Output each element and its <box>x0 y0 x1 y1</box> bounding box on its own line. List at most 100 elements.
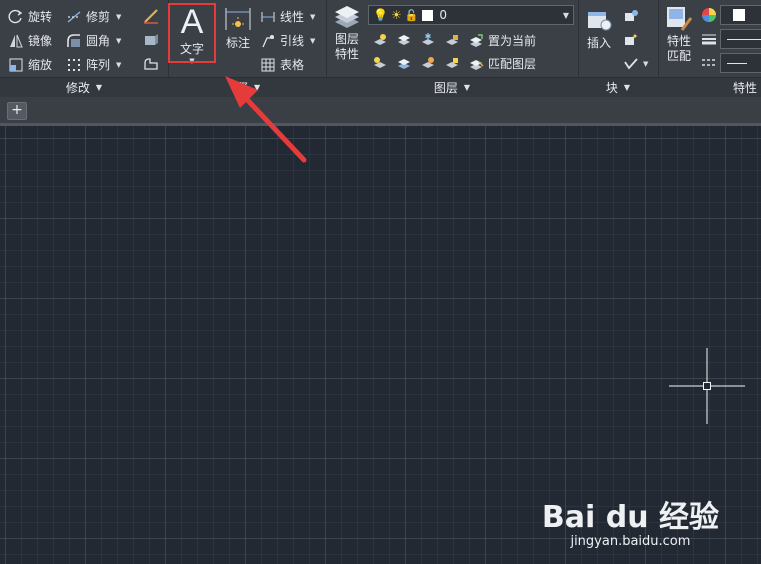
array-label: 阵列 <box>86 58 111 72</box>
lightbulb-icon: 💡 <box>373 8 388 22</box>
match-layer-label: 匹配图层 <box>488 57 537 71</box>
leader-dropdown-icon[interactable]: ▼ <box>310 37 315 45</box>
set-current-icon <box>470 33 483 47</box>
mirror-label: 镜像 <box>28 34 53 48</box>
match-layer-icon <box>470 59 484 70</box>
layer-lock-icon[interactable] <box>444 32 460 48</box>
insert-label: 插入 <box>586 36 611 50</box>
dimension-icon <box>225 8 251 30</box>
lineweight-dropdown[interactable] <box>720 53 761 73</box>
layer-on-icon[interactable] <box>372 55 388 71</box>
match-properties-label-2: 匹配 <box>666 49 691 63</box>
trim-label: 修剪 <box>86 10 111 24</box>
trim-icon <box>67 10 81 23</box>
scale-icon <box>9 58 23 71</box>
edit-attributes-dropdown-icon[interactable]: ▼ <box>643 60 648 68</box>
transparency-icon[interactable] <box>701 55 717 71</box>
match-properties-label-1: 特性 <box>666 34 691 48</box>
watermark-url: jingyan.baidu.com <box>570 534 691 549</box>
layer-stack-icon <box>335 6 359 28</box>
layer-properties-label-2: 特性 <box>334 47 359 61</box>
layer-isolate-icon[interactable] <box>396 32 412 48</box>
edit-block-icon[interactable]: ✦ <box>623 32 639 48</box>
offset-icon[interactable] <box>142 55 160 73</box>
block-panel-title[interactable]: 块 ▼ <box>578 77 658 97</box>
array-icon <box>68 58 80 71</box>
new-tab-button[interactable]: + <box>7 102 27 120</box>
rotate-button[interactable]: 旋转 <box>8 8 52 25</box>
layer-unlock-icon[interactable] <box>444 55 460 71</box>
annotation-arrow <box>225 76 307 163</box>
properties-panel-title[interactable]: 特性 <box>658 77 761 97</box>
linear-label: 线性 <box>280 10 305 24</box>
erase-icon[interactable] <box>142 7 160 25</box>
mirror-icon <box>10 34 23 47</box>
set-current-label: 置为当前 <box>488 34 537 48</box>
layer-properties-label-1: 图层 <box>334 32 359 46</box>
color-swatch <box>733 9 745 21</box>
fillet-dropdown-icon[interactable]: ▼ <box>116 37 121 45</box>
properties-panel: 特性 匹配 特性 <box>658 0 761 97</box>
insert-button[interactable]: 插入 <box>581 4 617 51</box>
block-expand-icon: ▼ <box>623 83 631 92</box>
layer-dropdown-arrow-icon: ▼ <box>562 10 569 20</box>
fillet-label: 圆角 <box>86 34 111 48</box>
layer-color-swatch <box>422 9 434 21</box>
layer-properties-button[interactable]: 图层 特性 <box>330 4 364 61</box>
fillet-button[interactable]: 圆角 ▼ <box>66 32 121 49</box>
block-panel: 插入 ✦ ▼ 块 ▼ <box>578 0 659 97</box>
crosshair-cursor <box>669 348 745 424</box>
mirror-button[interactable]: 镜像 <box>8 32 52 49</box>
edit-attributes-icon[interactable] <box>623 56 639 72</box>
unlock-icon: 🔓 <box>404 8 419 22</box>
linear-dim-icon <box>261 11 275 22</box>
text-button-highlight <box>168 3 216 63</box>
insert-block-icon <box>588 12 612 31</box>
leader-label: 引线 <box>280 34 305 48</box>
linetype-dropdown[interactable] <box>720 29 761 49</box>
rotate-label: 旋转 <box>28 10 53 24</box>
layer-off-icon[interactable] <box>372 32 388 48</box>
color-dropdown[interactable] <box>720 5 761 25</box>
scale-button[interactable]: 缩放 <box>8 56 52 73</box>
file-tab-bar: + <box>0 97 761 126</box>
ribbon: 旋转 修剪 ▼ 镜像 圆角 ▼ 缩放 阵列 ▼ 修改 ▼ A 文字 ▼ 标注 线… <box>0 0 761 98</box>
sun-icon: ☀ <box>390 8 402 22</box>
layer-dropdown[interactable]: 💡 ☀ 🔓 0 ▼ <box>368 5 574 25</box>
linear-button[interactable]: 线性 ▼ <box>260 8 315 25</box>
svg-text:✱: ✱ <box>425 32 432 41</box>
dimension-button-label: 标注 <box>225 36 250 50</box>
linetype-preview <box>727 39 761 40</box>
rotate-icon <box>8 9 23 23</box>
baidu-watermark: Bai du 经验 jingyan.baidu.com <box>542 492 719 549</box>
array-button[interactable]: 阵列 ▼ <box>66 56 121 73</box>
modify-panel: 旋转 修剪 ▼ 镜像 圆角 ▼ 缩放 阵列 ▼ 修改 ▼ <box>0 0 169 97</box>
baidu-logo: Bai du 经验 <box>541 500 719 535</box>
current-layer-name: 0 <box>439 8 448 22</box>
dimension-button[interactable]: 标注 <box>220 4 256 51</box>
match-layer-button[interactable]: 匹配图层 <box>468 55 536 72</box>
layers-panel: 图层 特性 💡 ☀ 🔓 0 ▼ ✱ 置为当前 匹配图层 图层 ▼ <box>326 0 579 97</box>
leader-button[interactable]: 引线 ▼ <box>260 32 315 49</box>
color-wheel-icon[interactable] <box>701 7 717 23</box>
match-properties-button[interactable]: 特性 匹配 <box>661 4 697 63</box>
trim-dropdown-icon[interactable]: ▼ <box>116 13 121 21</box>
modify-panel-title[interactable]: 修改 ▼ <box>0 77 168 97</box>
leader-icon <box>262 34 274 47</box>
layer-unisolate-icon[interactable] <box>396 55 412 71</box>
layer-freeze-icon[interactable]: ✱ <box>420 32 436 48</box>
layer-thaw-icon[interactable] <box>420 55 436 71</box>
svg-text:✦: ✦ <box>632 32 639 41</box>
match-properties-icon <box>667 7 693 31</box>
set-current-button[interactable]: 置为当前 <box>468 32 536 49</box>
lineweight-preview <box>727 63 747 64</box>
linear-dropdown-icon[interactable]: ▼ <box>310 13 315 21</box>
create-block-icon[interactable] <box>623 8 639 24</box>
lineweight-icon[interactable] <box>701 31 717 47</box>
explode-icon[interactable] <box>142 31 160 49</box>
layers-panel-title[interactable]: 图层 ▼ <box>326 77 578 97</box>
layers-expand-icon: ▼ <box>463 83 471 92</box>
array-dropdown-icon[interactable]: ▼ <box>116 61 121 69</box>
scale-label: 缩放 <box>28 58 53 72</box>
trim-button[interactable]: 修剪 ▼ <box>66 8 121 25</box>
